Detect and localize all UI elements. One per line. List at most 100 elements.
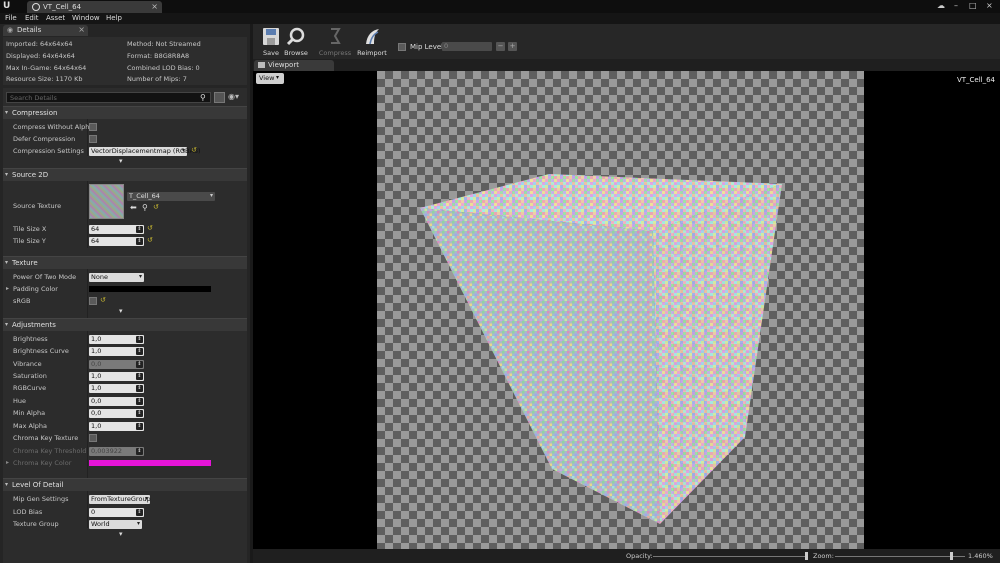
tile-size-x-input[interactable]: 64 ⇕ xyxy=(89,225,144,234)
zoom-slider-handle[interactable] xyxy=(950,552,953,560)
zoom-slider[interactable] xyxy=(835,556,965,557)
mip-gen-settings-dropdown[interactable]: FromTextureGroup ▾ xyxy=(89,495,151,504)
section-source-2d[interactable]: ▾ Source 2D xyxy=(3,168,247,181)
menu-window[interactable]: Window xyxy=(72,14,100,22)
help-icon[interactable]: ☁ xyxy=(937,1,945,10)
compress-without-alpha-checkbox[interactable] xyxy=(89,123,97,131)
browse-label: Browse xyxy=(284,49,308,57)
rgbcurve-input[interactable]: 1,0 ⇕ xyxy=(89,384,144,393)
section-texture[interactable]: ▾ Texture xyxy=(3,256,247,269)
browse-button[interactable]: Browse xyxy=(278,25,314,58)
eye-icon[interactable]: ◉▾ xyxy=(228,92,239,101)
power-of-two-dropdown[interactable]: None ▾ xyxy=(89,273,144,282)
reset-icon[interactable]: ↺ xyxy=(100,296,106,304)
info-method: Method: Not Streamed xyxy=(127,40,201,48)
maximize-icon[interactable]: □ xyxy=(969,1,977,10)
search-icon[interactable]: ⚲ xyxy=(200,93,206,102)
row-brightness: Brightness 1,0 ⇕ xyxy=(3,333,247,345)
max-alpha-input[interactable]: 1,0 ⇕ xyxy=(89,422,144,431)
spin-icon: ⇕ xyxy=(136,423,143,430)
close-details-icon[interactable]: × xyxy=(78,25,85,34)
compression-settings-dropdown[interactable]: VectorDisplacementmap (RGBA8) ▾ xyxy=(89,147,201,156)
source-texture-picker[interactable]: T_Cell_64 ▾ xyxy=(127,192,215,201)
expand-advanced-icon[interactable]: ▾ xyxy=(119,157,123,165)
expand-arrow-icon[interactable]: ▸ xyxy=(6,459,9,466)
opacity-slider[interactable] xyxy=(653,556,808,557)
reset-icon[interactable]: ↺ xyxy=(147,224,153,232)
vibrance-input[interactable]: 0,0 ⇕ xyxy=(89,360,144,369)
saturation-input[interactable]: 1,0 ⇕ xyxy=(89,372,144,381)
lod-bias-input[interactable]: 0 ⇕ xyxy=(89,508,144,517)
reimport-button[interactable]: Reimport xyxy=(353,25,391,58)
source-texture-thumbnail[interactable] xyxy=(89,184,124,219)
view-menu-button[interactable]: View ▾ xyxy=(256,73,284,84)
reset-icon[interactable]: ↺ xyxy=(153,203,159,211)
row-defer-compression: Defer Compression xyxy=(3,133,247,145)
spin-icon: ⇕ xyxy=(136,348,143,355)
opacity-slider-handle[interactable] xyxy=(805,552,808,560)
spin-icon: ⇕ xyxy=(136,361,143,368)
row-rgbcurve: RGBCurve 1,0 ⇕ xyxy=(3,382,247,394)
label: Saturation xyxy=(13,372,47,380)
expand-advanced-icon[interactable]: ▾ xyxy=(119,530,123,538)
search-input[interactable]: Search Details xyxy=(6,92,211,103)
document-tab[interactable]: VT_Cell_64 × xyxy=(27,1,162,13)
browse-search-icon[interactable]: ⚲ xyxy=(142,203,148,212)
viewport-status-bar: Opacity: Zoom: 1.460% xyxy=(253,549,1000,563)
expand-arrow-icon[interactable]: ▸ xyxy=(6,285,9,292)
info-imported: Imported: 64x64x64 xyxy=(6,40,73,48)
viewport[interactable]: View ▾ VT_Cell_64 Opacity: Zoom: 1.460% xyxy=(253,71,1000,563)
value: 0,003922 xyxy=(91,447,123,455)
expand-advanced-icon[interactable]: ▾ xyxy=(119,307,123,315)
mip-increase-button[interactable]: + xyxy=(508,42,517,51)
menu-asset[interactable]: Asset xyxy=(46,14,65,22)
section-adjustments[interactable]: ▾ Adjustments xyxy=(3,318,247,331)
brightness-curve-input[interactable]: 1,0 ⇕ xyxy=(89,347,144,356)
volume-texture-cube-preview[interactable] xyxy=(377,71,864,549)
texture-group-dropdown[interactable]: World ▾ xyxy=(89,520,142,529)
compress-label: Compress xyxy=(318,49,352,57)
close-window-icon[interactable]: × xyxy=(986,1,993,10)
menu-help[interactable]: Help xyxy=(106,14,122,22)
viewport-letterbox-right xyxy=(864,71,1000,549)
padding-color-swatch[interactable] xyxy=(89,286,211,292)
value: 1,0 xyxy=(91,372,102,380)
label: Chroma Key Color xyxy=(13,459,72,467)
chroma-key-texture-checkbox[interactable] xyxy=(89,434,97,442)
minimize-icon[interactable]: – xyxy=(954,1,958,10)
min-alpha-input[interactable]: 0,0 ⇕ xyxy=(89,409,144,418)
dropdown-value: FromTextureGroup xyxy=(91,495,151,503)
viewport-tab[interactable]: Viewport xyxy=(254,60,334,71)
close-tab-icon[interactable]: × xyxy=(151,2,158,11)
section-level-of-detail[interactable]: ▾ Level Of Detail xyxy=(3,478,247,491)
srgb-checkbox[interactable] xyxy=(89,297,97,305)
spin-icon: ⇕ xyxy=(136,385,143,392)
mip-level-slider[interactable]: 0 xyxy=(442,42,492,51)
viewport-tab-label: Viewport xyxy=(268,61,299,69)
brightness-input[interactable]: 1,0 ⇕ xyxy=(89,335,144,344)
grid-view-icon[interactable] xyxy=(214,92,225,103)
compress-button[interactable]: Compress xyxy=(316,25,354,58)
toolbar: Save Browse Compress Reimport Mip Level:… xyxy=(253,24,1000,59)
defer-compression-checkbox[interactable] xyxy=(89,135,97,143)
chroma-key-color-swatch[interactable] xyxy=(89,460,211,466)
hue-input[interactable]: 0,0 ⇕ xyxy=(89,397,144,406)
chroma-key-threshold-input[interactable]: 0,003922 ⇕ xyxy=(89,447,144,456)
details-tab[interactable]: ◉ Details × xyxy=(3,25,88,36)
mip-decrease-button[interactable]: − xyxy=(496,42,505,51)
menu-file[interactable]: File xyxy=(5,14,17,22)
tile-size-y-input[interactable]: 64 ⇕ xyxy=(89,237,144,246)
row-lod-bias: LOD Bias 0 ⇕ xyxy=(3,506,247,518)
mip-level-checkbox[interactable] xyxy=(398,43,406,51)
section-title: Compression xyxy=(12,109,58,117)
reset-icon[interactable]: ↺ xyxy=(191,146,197,154)
use-selected-arrow-icon[interactable]: ⬅ xyxy=(130,203,137,212)
details-tab-label: Details xyxy=(17,26,42,34)
label: Compress Without Alpha xyxy=(13,123,94,131)
menu-edit[interactable]: Edit xyxy=(25,14,39,22)
viewport-letterbox-left xyxy=(253,71,377,549)
reset-icon[interactable]: ↺ xyxy=(147,236,153,244)
viewport-tab-bar: Viewport xyxy=(253,59,1000,71)
label: Compression Settings xyxy=(13,147,84,155)
section-compression[interactable]: ▾ Compression xyxy=(3,106,247,119)
